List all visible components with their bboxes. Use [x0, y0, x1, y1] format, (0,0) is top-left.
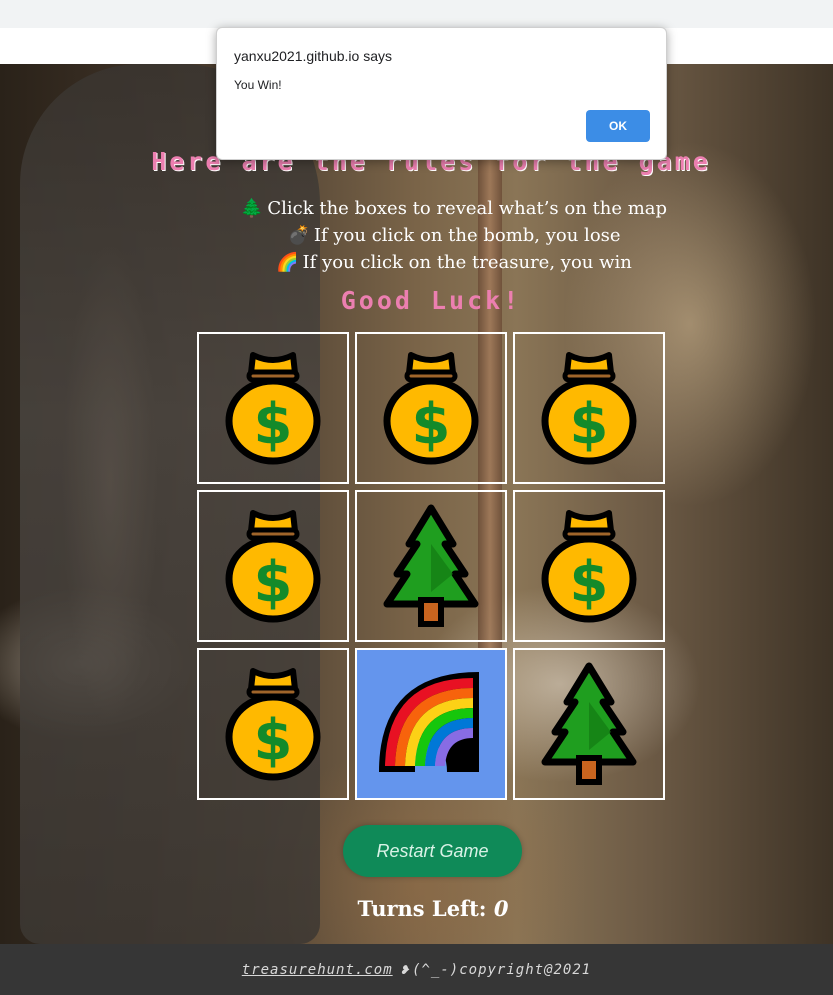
board-cell[interactable]: $	[513, 490, 665, 642]
board-cell[interactable]	[355, 490, 507, 642]
rainbow-icon	[379, 672, 479, 772]
money-bag-icon: $	[225, 352, 321, 465]
money-bag-icon: $	[383, 352, 479, 465]
rule-line-3: 🌈 If you click on the treasure, you win	[276, 252, 632, 273]
footer-copyright: (^_-)copyright@2021	[412, 961, 592, 978]
svg-text:$: $	[570, 392, 609, 457]
bomb-icon: 💣	[287, 225, 310, 246]
money-bag-icon: $	[225, 668, 321, 781]
footer: treasurehunt.com ❥ (^_-)copyright@2021	[0, 944, 833, 995]
browser-top-strip	[0, 0, 833, 28]
rule-line-1: 🌲 Click the boxes to reveal what’s on the…	[240, 198, 668, 219]
svg-text:$: $	[254, 708, 293, 773]
svg-text:$: $	[412, 392, 451, 457]
alert-dialog: yanxu2021.github.io says You Win! OK	[216, 27, 667, 160]
money-bag-icon: $	[225, 510, 321, 623]
turns-left-value: 0	[493, 896, 509, 921]
turns-left: Turns Left: 0	[0, 896, 833, 921]
svg-text:$: $	[254, 392, 293, 457]
board-cell[interactable]	[513, 648, 665, 800]
svg-text:$: $	[254, 550, 293, 615]
money-bag-icon: $	[541, 510, 637, 623]
money-bag-icon: $	[541, 352, 637, 465]
ok-button[interactable]: OK	[586, 110, 650, 142]
svg-text:$: $	[570, 550, 609, 615]
smiley-icon: ❥	[400, 961, 411, 978]
dialog-title: yanxu2021.github.io says	[234, 48, 392, 64]
board-cell[interactable]: $	[197, 648, 349, 800]
tree-icon: 🌲	[240, 198, 264, 219]
tree-icon	[383, 504, 479, 627]
footer-link[interactable]: treasurehunt.com	[242, 962, 393, 978]
turns-left-label: Turns Left:	[357, 896, 487, 921]
board-cell-treasure[interactable]	[355, 648, 507, 800]
dialog-message: You Win!	[234, 78, 282, 92]
board-cell[interactable]: $	[197, 490, 349, 642]
rule-line-2: 💣 If you click on the bomb, you lose	[287, 225, 621, 246]
board-cell[interactable]: $	[513, 332, 665, 484]
tree-icon	[541, 662, 637, 785]
board-cell[interactable]: $	[355, 332, 507, 484]
restart-game-button[interactable]: Restart Game	[343, 825, 522, 877]
good-luck-text: Good Luck!	[340, 286, 522, 315]
rainbow-icon: 🌈	[276, 252, 299, 273]
game-board: $ $ $ $ $ $	[197, 332, 671, 806]
board-cell[interactable]: $	[197, 332, 349, 484]
